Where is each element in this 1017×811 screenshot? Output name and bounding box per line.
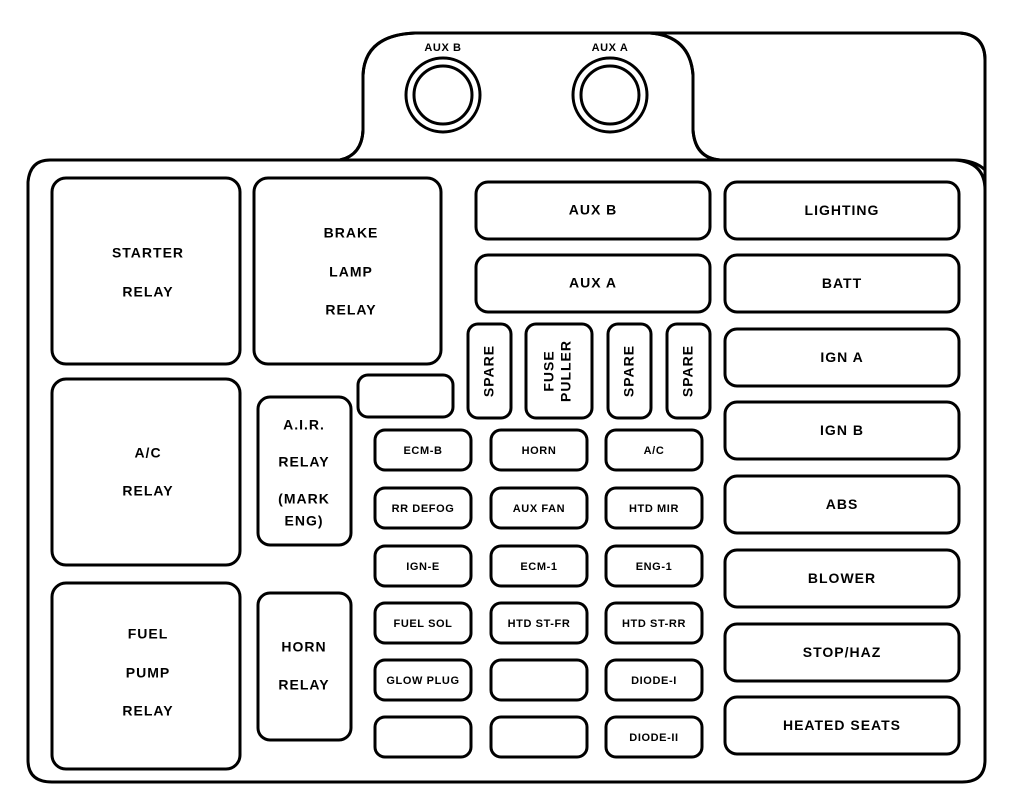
small-fuse-ign-e[interactable]: IGN-E bbox=[373, 544, 473, 588]
relay-fuel-pump-line-2: PUMP bbox=[126, 665, 170, 681]
slot-fuse-puller-line-2: PULLER bbox=[558, 340, 574, 402]
fuse-heated-seats[interactable]: HEATED SEATS bbox=[723, 695, 961, 756]
unlabeled-slot[interactable] bbox=[356, 373, 455, 419]
fuse-label: STOP/HAZ bbox=[803, 644, 882, 660]
slot-spare-1[interactable]: SPARE bbox=[466, 322, 513, 420]
small-fuse-label: A/C bbox=[644, 445, 665, 457]
relay-air-line-4: ENG) bbox=[285, 513, 324, 529]
small-fuse-empty-4-1[interactable] bbox=[489, 658, 589, 702]
small-fuse-box[interactable] bbox=[489, 715, 589, 759]
connector-aux-a-inner-ring bbox=[579, 64, 641, 126]
relay-brake-lamp-line-2: LAMP bbox=[329, 264, 373, 280]
relay-ac-box[interactable] bbox=[50, 377, 242, 567]
small-fuse-label: HORN bbox=[522, 445, 557, 457]
slot-spare-1-label: SPARE bbox=[481, 345, 497, 397]
fuse-abs[interactable]: ABS bbox=[723, 474, 961, 535]
small-fuse-label: DIODE-II bbox=[629, 732, 678, 744]
relay-horn-box[interactable] bbox=[256, 591, 353, 742]
fuse-label: LIGHTING bbox=[805, 202, 880, 218]
small-fuse-diode-ii[interactable]: DIODE-II bbox=[604, 715, 704, 759]
small-fuse-label: HTD MIR bbox=[629, 503, 679, 515]
fuse-block-diagram: AUX B AUX A STARTER RELAY BRAKE LAMP REL… bbox=[26, 31, 987, 784]
relay-horn[interactable]: HORN RELAY bbox=[256, 591, 353, 742]
fuse-lighting[interactable]: LIGHTING bbox=[723, 180, 961, 241]
small-fuse-label: AUX FAN bbox=[513, 503, 565, 515]
fuse-blower[interactable]: BLOWER bbox=[723, 548, 961, 609]
relay-starter-line-2: RELAY bbox=[122, 284, 173, 300]
maxi-fuse-aux-b-label: AUX B bbox=[569, 202, 618, 218]
relay-ac-line-2: RELAY bbox=[122, 483, 173, 499]
slot-fuse-puller[interactable]: FUSE PULLER bbox=[524, 322, 594, 420]
fuse-ign-b[interactable]: IGN B bbox=[723, 400, 961, 461]
relay-ac-line-1: A/C bbox=[134, 445, 161, 461]
small-fuse-empty-5-0[interactable] bbox=[373, 715, 473, 759]
relay-starter[interactable]: STARTER RELAY bbox=[50, 176, 242, 366]
relay-air-line-2: RELAY bbox=[278, 454, 329, 470]
relay-air-line-3: (MARK bbox=[278, 491, 330, 507]
slot-spare-2[interactable]: SPARE bbox=[606, 322, 653, 420]
connector-aux-b-label: AUX B bbox=[424, 42, 461, 54]
connector-aux-a-label: AUX A bbox=[592, 42, 629, 54]
slot-spare-3-label: SPARE bbox=[680, 345, 696, 397]
relay-brake-lamp[interactable]: BRAKE LAMP RELAY bbox=[252, 176, 443, 366]
relay-ac[interactable]: A/C RELAY bbox=[50, 377, 242, 567]
fuse-label: ABS bbox=[826, 496, 859, 512]
small-fuse-label: IGN-E bbox=[406, 561, 440, 573]
small-fuse-label: ECM-1 bbox=[520, 561, 557, 573]
small-fuse-label: HTD ST-RR bbox=[622, 618, 686, 630]
small-fuse-empty-5-1[interactable] bbox=[489, 715, 589, 759]
slot-spare-3[interactable]: SPARE bbox=[665, 322, 712, 420]
relay-brake-lamp-line-1: BRAKE bbox=[324, 225, 379, 241]
relay-starter-line-1: STARTER bbox=[112, 245, 184, 261]
relay-horn-line-1: HORN bbox=[281, 639, 326, 655]
relay-fuel-pump-line-3: RELAY bbox=[122, 703, 173, 719]
small-fuse-eng-1[interactable]: ENG-1 bbox=[604, 544, 704, 588]
small-fuse-ecm-1[interactable]: ECM-1 bbox=[489, 544, 589, 588]
fuse-ign-a[interactable]: IGN A bbox=[723, 327, 961, 388]
small-fuse-htd-st-fr[interactable]: HTD ST-FR bbox=[489, 601, 589, 645]
small-fuse-a-c[interactable]: A/C bbox=[604, 428, 704, 472]
maxi-fuse-aux-b[interactable]: AUX B bbox=[474, 180, 712, 241]
small-fuse-horn[interactable]: HORN bbox=[489, 428, 589, 472]
relay-air-line-1: A.I.R. bbox=[283, 417, 325, 433]
relay-brake-lamp-line-3: RELAY bbox=[325, 302, 376, 318]
small-fuse-glow-plug[interactable]: GLOW PLUG bbox=[373, 658, 473, 702]
small-fuse-box[interactable] bbox=[373, 715, 473, 759]
small-fuse-aux-fan[interactable]: AUX FAN bbox=[489, 486, 589, 530]
small-fuse-ecm-b[interactable]: ECM-B bbox=[373, 428, 473, 472]
small-fuse-label: GLOW PLUG bbox=[386, 675, 459, 687]
maxi-fuse-aux-a[interactable]: AUX A bbox=[474, 253, 712, 314]
small-fuse-fuel-sol[interactable]: FUEL SOL bbox=[373, 601, 473, 645]
fuse-label: IGN A bbox=[820, 349, 863, 365]
connector-aux-a-outer-ring bbox=[571, 56, 649, 134]
relay-horn-line-2: RELAY bbox=[278, 677, 329, 693]
small-fuse-htd-st-rr[interactable]: HTD ST-RR bbox=[604, 601, 704, 645]
relay-starter-box[interactable] bbox=[50, 176, 242, 366]
slot-spare-2-label: SPARE bbox=[621, 345, 637, 397]
relay-fuel-pump[interactable]: FUEL PUMP RELAY bbox=[50, 581, 242, 771]
small-fuse-htd-mir[interactable]: HTD MIR bbox=[604, 486, 704, 530]
relay-fuel-pump-line-1: FUEL bbox=[128, 626, 169, 642]
fuse-label: BLOWER bbox=[808, 570, 876, 586]
maxi-fuse-aux-a-label: AUX A bbox=[569, 275, 617, 291]
slot-fuse-puller-line-1: FUSE bbox=[541, 350, 557, 391]
small-fuse-diode-i[interactable]: DIODE-I bbox=[604, 658, 704, 702]
small-fuse-box[interactable] bbox=[489, 658, 589, 702]
fuse-stop-haz[interactable]: STOP/HAZ bbox=[723, 622, 961, 683]
small-fuse-label: RR DEFOG bbox=[392, 503, 455, 515]
small-fuse-label: FUEL SOL bbox=[394, 618, 453, 630]
fuse-label: IGN B bbox=[820, 422, 864, 438]
relay-air[interactable]: A.I.R. RELAY (MARK ENG) bbox=[256, 395, 353, 547]
small-fuse-label: ECM-B bbox=[403, 445, 442, 457]
small-fuse-label: HTD ST-FR bbox=[508, 618, 571, 630]
fuse-batt[interactable]: BATT bbox=[723, 253, 961, 314]
fuse-label: HEATED SEATS bbox=[783, 717, 901, 733]
small-fuse-label: ENG-1 bbox=[636, 561, 673, 573]
small-fuse-label: DIODE-I bbox=[631, 675, 677, 687]
small-fuse-rr-defog[interactable]: RR DEFOG bbox=[373, 486, 473, 530]
fuse-label: BATT bbox=[822, 275, 862, 291]
